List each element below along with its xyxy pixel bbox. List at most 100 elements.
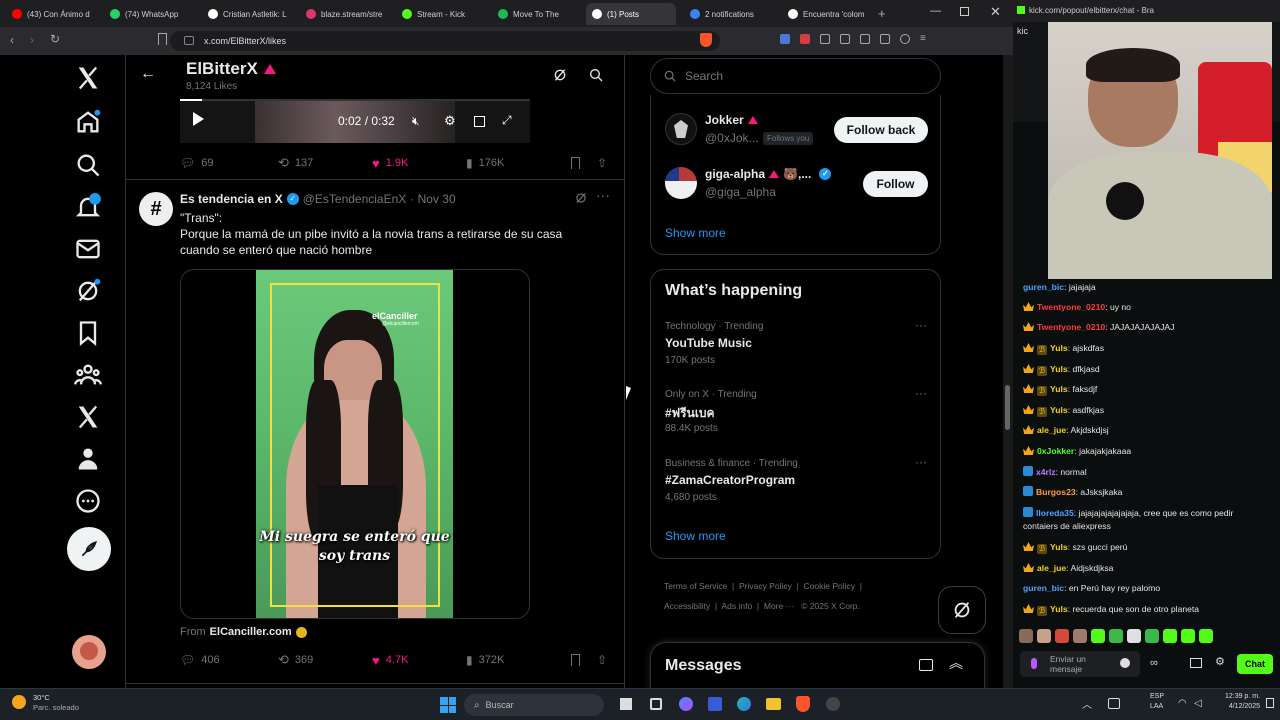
app-icon[interactable] xyxy=(826,697,840,711)
emote-icon[interactable] xyxy=(1181,629,1195,643)
bookmark-button[interactable] xyxy=(571,654,597,666)
play-icon[interactable] xyxy=(193,112,204,126)
footer-link[interactable]: Cookie Policy xyxy=(804,581,856,591)
search-input[interactable]: Search xyxy=(650,58,941,94)
communities-icon[interactable] xyxy=(74,361,102,389)
search-icon[interactable] xyxy=(588,67,604,83)
footer-link[interactable]: Ads info xyxy=(721,601,752,611)
forward-icon[interactable]: › xyxy=(30,33,34,47)
show-more-link[interactable]: Show more xyxy=(665,529,726,543)
brave-icon[interactable] xyxy=(796,696,810,712)
extension-icon[interactable] xyxy=(840,34,850,44)
chevron-up-icon[interactable]: ︿ xyxy=(1082,696,1092,711)
footer-link[interactable]: Privacy Policy xyxy=(739,581,792,591)
trend-item[interactable]: Only on X · Trending #ฟรีนเบค 88.4K post… xyxy=(651,386,942,446)
tab-spotify[interactable]: Move To The xyxy=(492,3,578,25)
profile-icon[interactable] xyxy=(900,34,910,44)
copilot-icon[interactable] xyxy=(679,697,693,711)
footer-link[interactable]: Terms of Service xyxy=(664,581,727,591)
views-button[interactable]: ▮ 176K xyxy=(466,156,571,170)
settings-icon[interactable]: ⚙ xyxy=(444,113,456,129)
grok-icon[interactable] xyxy=(74,277,102,305)
tab-whatsapp[interactable]: (74) WhatsApp xyxy=(104,3,192,25)
premium-icon[interactable] xyxy=(74,403,102,431)
file-explorer-icon[interactable] xyxy=(766,698,781,710)
tab-tiktok-search[interactable]: Encuentra 'colom xyxy=(782,3,872,25)
settings-icon[interactable]: ⚙ xyxy=(1215,655,1225,668)
grok-button[interactable] xyxy=(938,586,986,634)
messages-icon[interactable] xyxy=(74,235,102,263)
source-link[interactable]: ElCanciller.com xyxy=(210,626,292,638)
bookmark-button[interactable] xyxy=(571,157,597,169)
like-button[interactable]: ♥ 1.9K xyxy=(372,156,466,171)
notifications-icon[interactable] xyxy=(74,193,102,221)
snipping-icon[interactable] xyxy=(650,698,662,710)
grok-icon[interactable] xyxy=(574,191,588,205)
expand-icon[interactable]: ︽ xyxy=(949,653,963,673)
volume-icon[interactable]: ◁ xyxy=(1194,698,1202,709)
extension-icon[interactable] xyxy=(800,34,810,44)
trend-item[interactable]: Technology · Trending YouTube Music 170K… xyxy=(651,318,942,378)
sidebar-icon[interactable] xyxy=(860,34,870,44)
extension-icon[interactable] xyxy=(780,34,790,44)
extension-icon[interactable] xyxy=(820,34,830,44)
new-tab-icon[interactable]: + xyxy=(878,6,886,21)
send-chat-button[interactable]: Chat xyxy=(1237,654,1273,674)
show-more-link[interactable]: Show more xyxy=(665,226,726,240)
views-button[interactable]: ▮ 372K xyxy=(466,653,571,667)
tab-youtube[interactable]: (43) Con Ánimo d xyxy=(6,3,94,25)
post-author[interactable]: Es tendencia en X xyxy=(180,192,283,206)
more-options-icon[interactable]: ··· xyxy=(915,455,927,469)
emoji-icon[interactable] xyxy=(1120,658,1130,668)
emote-icon[interactable] xyxy=(1145,629,1159,643)
tray-icon[interactable] xyxy=(1108,698,1120,709)
keyboard-layout[interactable]: LAA xyxy=(1150,703,1163,710)
clock-time[interactable]: 12:39 p. m. xyxy=(1212,693,1260,700)
compose-post-button[interactable] xyxy=(67,527,111,571)
back-icon[interactable]: ‹ xyxy=(10,33,14,47)
bookmark-icon[interactable] xyxy=(158,33,167,45)
trend-item[interactable]: Business & finance · Trending #ZamaCreat… xyxy=(651,455,942,515)
emote-icon[interactable] xyxy=(1091,629,1105,643)
video-progress[interactable] xyxy=(180,99,202,101)
clock-date[interactable]: 4/12/2025 xyxy=(1212,703,1260,710)
task-view-icon[interactable] xyxy=(620,698,632,710)
home-icon[interactable] xyxy=(74,108,102,136)
follow-back-button[interactable]: Follow back xyxy=(834,117,928,143)
minimize-icon[interactable]: — xyxy=(930,5,941,17)
footer-link[interactable]: More ··· xyxy=(764,601,794,611)
notification-center-icon[interactable] xyxy=(1266,698,1274,708)
account-avatar[interactable] xyxy=(72,635,106,669)
pip-icon[interactable] xyxy=(474,116,485,127)
share-button[interactable]: ⇧ xyxy=(597,156,607,170)
brave-shield-icon[interactable] xyxy=(700,33,712,47)
more-icon[interactable] xyxy=(74,487,102,515)
microphone-icon[interactable] xyxy=(1031,658,1037,669)
tab-x-posts[interactable]: (1) Posts xyxy=(586,3,676,25)
like-button[interactable]: ♥ 4.7K xyxy=(372,653,466,668)
reply-button[interactable]: 💬︎ 406 xyxy=(180,653,278,667)
repost-button[interactable]: ⟲ 137 xyxy=(278,155,372,171)
language-indicator[interactable]: ESP xyxy=(1150,693,1164,700)
more-options-icon[interactable]: ··· xyxy=(915,386,927,400)
post-date[interactable]: · Nov 30 xyxy=(410,192,455,206)
back-button[interactable]: ← xyxy=(140,65,156,83)
site-info-icon[interactable] xyxy=(184,36,194,45)
emote-icon[interactable] xyxy=(1109,629,1123,643)
emote-icon[interactable] xyxy=(1055,629,1069,643)
jokker-avatar[interactable] xyxy=(665,113,697,145)
tab-notifications[interactable]: 2 notifications xyxy=(684,3,774,25)
emote-icon[interactable] xyxy=(1163,629,1177,643)
reply-button[interactable]: 💬︎ 69 xyxy=(180,156,278,170)
store-icon[interactable] xyxy=(1190,658,1202,668)
follow-name[interactable]: Jokker xyxy=(705,113,758,127)
tab-tiktok[interactable]: Cristian Astletik: L xyxy=(202,3,290,25)
footer-link[interactable]: Accessibility xyxy=(664,601,710,611)
reload-icon[interactable]: ↻ xyxy=(50,32,60,46)
scrollbar[interactable] xyxy=(1003,55,1013,688)
mute-icon[interactable]: 🔇︎ xyxy=(412,114,420,129)
x-logo-icon[interactable] xyxy=(74,64,102,92)
emote-icon[interactable] xyxy=(1037,629,1051,643)
profile-icon[interactable] xyxy=(74,445,102,473)
new-message-icon[interactable] xyxy=(919,659,933,671)
